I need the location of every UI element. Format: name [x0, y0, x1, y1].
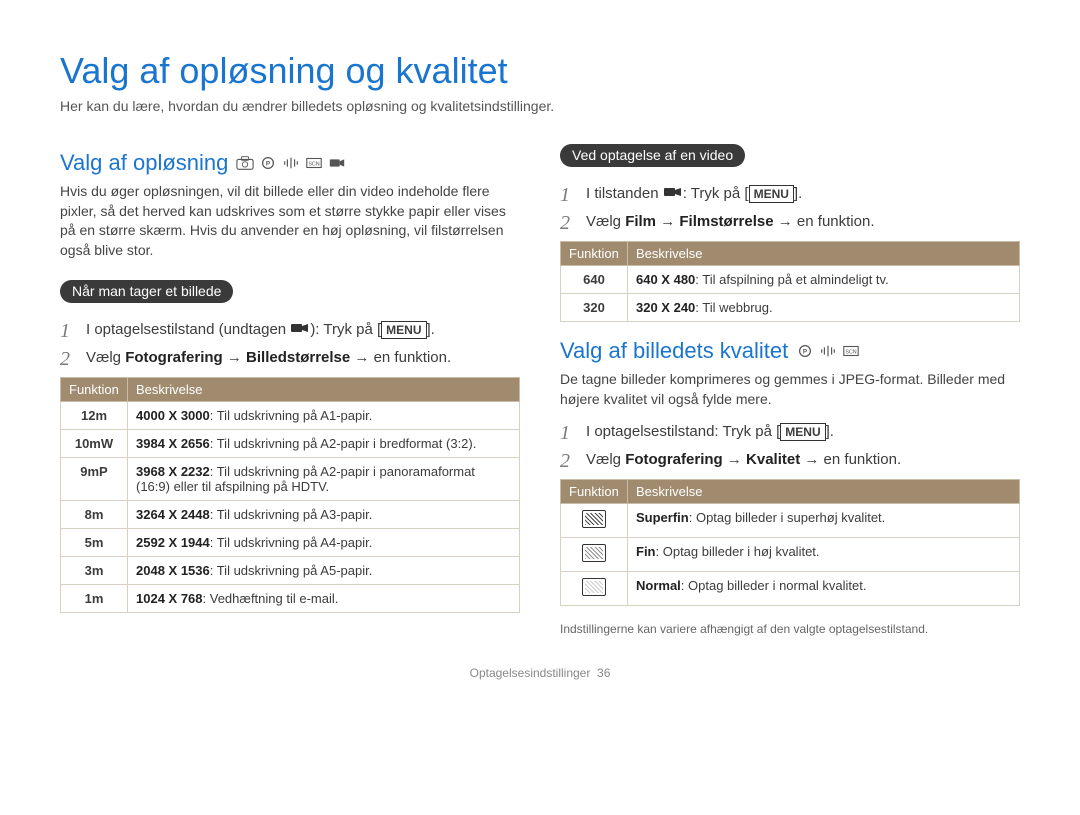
- th-function: Funktion: [561, 480, 628, 504]
- video-size-table: FunktionBeskrivelse 640 640 X 480: Til a…: [560, 241, 1020, 322]
- table-row: 5m 2592 X 1944: Til udskrivning på A4-pa…: [61, 529, 520, 557]
- quality-paragraph: De tagne billeder komprimeres og gemmes …: [560, 370, 1020, 409]
- th-function: Funktion: [561, 242, 628, 266]
- table-row: 3m 2048 X 1536: Til udskrivning på A5-pa…: [61, 557, 520, 585]
- dual-is-mode-icon: [819, 343, 837, 359]
- table-row: 640 640 X 480: Til afspilning på et almi…: [561, 266, 1020, 294]
- size-desc: 320 X 240: Til webbrug.: [628, 294, 1020, 322]
- table-row: 12m 4000 X 3000: Til udskrivning på A1-p…: [61, 402, 520, 430]
- page-intro: Her kan du lære, hvordan du ændrer bille…: [60, 98, 1020, 114]
- quality-icon: [561, 572, 628, 606]
- th-description: Beskrivelse: [628, 480, 1020, 504]
- photo-size-table: FunktionBeskrivelse 12m 4000 X 3000: Til…: [60, 377, 520, 613]
- menu-button: MENU: [780, 423, 825, 441]
- right-column: Ved optagelse af en video 1 I tilstanden…: [560, 138, 1020, 636]
- table-row: 10mW 3984 X 2656: Til udskrivning på A2-…: [61, 430, 520, 458]
- menu-button: MENU: [749, 185, 794, 203]
- smart-mode-icon: [236, 155, 254, 171]
- table-row: Normal: Optag billeder i normal kvalitet…: [561, 572, 1020, 606]
- pill-video: Ved optagelse af en video: [560, 144, 745, 167]
- video-mode-icon: [328, 155, 346, 171]
- size-icon: 5m: [61, 529, 128, 557]
- quality-icon: [561, 504, 628, 538]
- scene-mode-icon: SCN: [842, 343, 860, 359]
- left-column: Valg af opløsning P SCN Hvis du øger opl…: [60, 138, 520, 636]
- size-icon: 1m: [61, 585, 128, 613]
- heading-text: Valg af billedets kvalitet: [560, 338, 788, 364]
- quality-step1: 1 I optagelsestilstand: Tryk på [MENU].: [560, 423, 1020, 443]
- program-mode-icon: P: [796, 343, 814, 359]
- size-icon: 3m: [61, 557, 128, 585]
- heading-text: Valg af opløsning: [60, 150, 228, 176]
- size-icon: 640: [561, 266, 628, 294]
- section-heading-resolution: Valg af opløsning P SCN: [60, 150, 520, 176]
- svg-text:P: P: [266, 161, 270, 168]
- th-description: Beskrivelse: [128, 378, 520, 402]
- photo-step2: 2 Vælg Fotografering → Billedstørrelse →…: [60, 349, 520, 369]
- size-desc: 2048 X 1536: Til udskrivning på A5-papir…: [128, 557, 520, 585]
- table-row: 8m 3264 X 2448: Til udskrivning på A3-pa…: [61, 501, 520, 529]
- quality-table: FunktionBeskrivelse Superfin: Optag bill…: [560, 479, 1020, 606]
- section-heading-quality: Valg af billedets kvalitet P SCN: [560, 338, 1020, 364]
- video-mode-icon: [663, 185, 683, 203]
- table-row: 320 320 X 240: Til webbrug.: [561, 294, 1020, 322]
- svg-text:SCN: SCN: [846, 350, 857, 356]
- size-icon: 12m: [61, 402, 128, 430]
- manual-page: Valg af opløsning og kvalitet Her kan du…: [0, 0, 1080, 710]
- svg-text:SCN: SCN: [309, 162, 320, 168]
- size-icon: 10mW: [61, 430, 128, 458]
- video-step1: 1 I tilstanden : Tryk på [MENU].: [560, 185, 1020, 205]
- size-icon: 8m: [61, 501, 128, 529]
- quality-desc: Fin: Optag billeder i høj kvalitet.: [628, 538, 1020, 572]
- page-title: Valg af opløsning og kvalitet: [60, 50, 1020, 92]
- photo-step1: 1 I optagelsestilstand (undtagen ): Tryk…: [60, 321, 520, 341]
- th-description: Beskrivelse: [628, 242, 1020, 266]
- footnote: Indstillingerne kan variere afhængigt af…: [560, 622, 1020, 636]
- size-desc: 1024 X 768: Vedhæftning til e-mail.: [128, 585, 520, 613]
- resolution-paragraph: Hvis du øger opløsningen, vil dit billed…: [60, 182, 520, 260]
- video-mode-icon: [290, 321, 310, 339]
- table-row: 1m 1024 X 768: Vedhæftning til e-mail.: [61, 585, 520, 613]
- table-row: 9mP 3968 X 2232: Til udskrivning på A2-p…: [61, 458, 520, 501]
- size-desc: 4000 X 3000: Til udskrivning på A1-papir…: [128, 402, 520, 430]
- table-row: Fin: Optag billeder i høj kvalitet.: [561, 538, 1020, 572]
- quality-desc: Superfin: Optag billeder i superhøj kval…: [628, 504, 1020, 538]
- quality-desc: Normal: Optag billeder i normal kvalitet…: [628, 572, 1020, 606]
- mode-icons: P SCN: [236, 155, 346, 171]
- menu-button: MENU: [381, 321, 426, 339]
- video-step2: 2 Vælg Film → Filmstørrelse → en funktio…: [560, 213, 1020, 233]
- quality-step2: 2 Vælg Fotografering → Kvalitet → en fun…: [560, 451, 1020, 471]
- size-desc: 640 X 480: Til afspilning på et almindel…: [628, 266, 1020, 294]
- mode-icons: P SCN: [796, 343, 860, 359]
- size-desc: 3264 X 2448: Til udskrivning på A3-papir…: [128, 501, 520, 529]
- size-icon: 9mP: [61, 458, 128, 501]
- table-row: Superfin: Optag billeder i superhøj kval…: [561, 504, 1020, 538]
- program-mode-icon: P: [259, 155, 277, 171]
- size-desc: 2592 X 1944: Til udskrivning på A4-papir…: [128, 529, 520, 557]
- size-desc: 3984 X 2656: Til udskrivning på A2-papir…: [128, 430, 520, 458]
- scene-mode-icon: SCN: [305, 155, 323, 171]
- pill-photo: Når man tager et billede: [60, 280, 233, 303]
- size-desc: 3968 X 2232: Til udskrivning på A2-papir…: [128, 458, 520, 501]
- page-footer: Optagelsesindstillinger 36: [60, 666, 1020, 680]
- svg-text:P: P: [803, 349, 807, 356]
- th-function: Funktion: [61, 378, 128, 402]
- size-icon: 320: [561, 294, 628, 322]
- dual-is-mode-icon: [282, 155, 300, 171]
- quality-icon: [561, 538, 628, 572]
